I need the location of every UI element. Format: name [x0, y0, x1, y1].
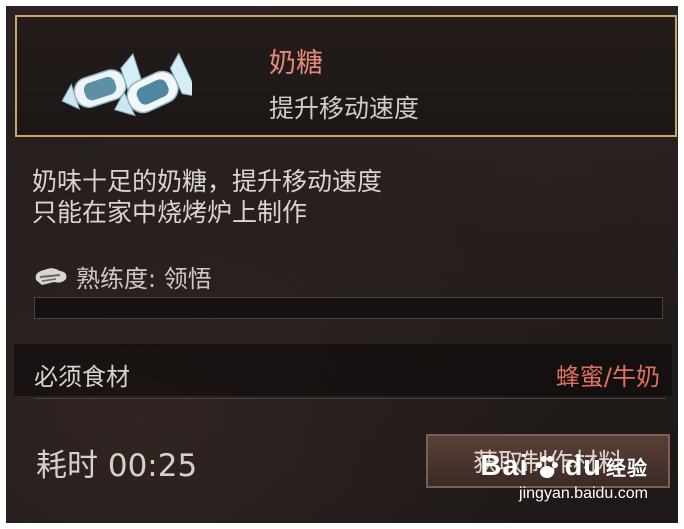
paw-icon: [535, 455, 558, 478]
item-name: 奶糖: [269, 48, 323, 79]
item-header-card: 奶糖 提升移动速度: [15, 15, 677, 137]
watermark-brand-cn: 经验: [606, 458, 648, 480]
watermark-brand: Bai: [480, 450, 529, 482]
divider: [34, 398, 666, 399]
ingredients-value: 蜂蜜/牛奶: [555, 363, 660, 391]
description-line-1: 奶味十足的奶糖，提升移动速度: [32, 167, 383, 196]
watermark-logo: Bai du 经验: [480, 450, 648, 483]
proficiency-icon: [35, 268, 67, 285]
item-effect: 提升移动速度: [269, 94, 420, 123]
proficiency-label: 熟练度: 领悟: [76, 264, 212, 293]
proficiency-row: 熟练度: 领悟: [32, 259, 212, 293]
baidu-jingyan-watermark: Bai du 经验 jingyan.baidu.com: [480, 450, 648, 503]
watermark-brand-tail: du: [564, 450, 602, 482]
description-line-2: 只能在家中烧烤炉上制作: [32, 198, 308, 227]
milk-candy-icon: [61, 52, 192, 117]
watermark-url: jingyan.baidu.com: [519, 485, 648, 502]
item-description: 奶味十足的奶糖，提升移动速度 只能在家中烧烤炉上制作: [32, 166, 382, 228]
crafting-panel: 奶糖 提升移动速度 奶味十足的奶糖，提升移动速度 只能在家中烧烤炉上制作 熟练度…: [6, 6, 678, 523]
ingredients-row: 必须食材 蜂蜜/牛奶: [14, 344, 672, 396]
craft-time: 耗时 00:25: [36, 448, 198, 484]
ingredients-label: 必须食材: [34, 363, 130, 391]
proficiency-progress-bar: [34, 297, 663, 319]
